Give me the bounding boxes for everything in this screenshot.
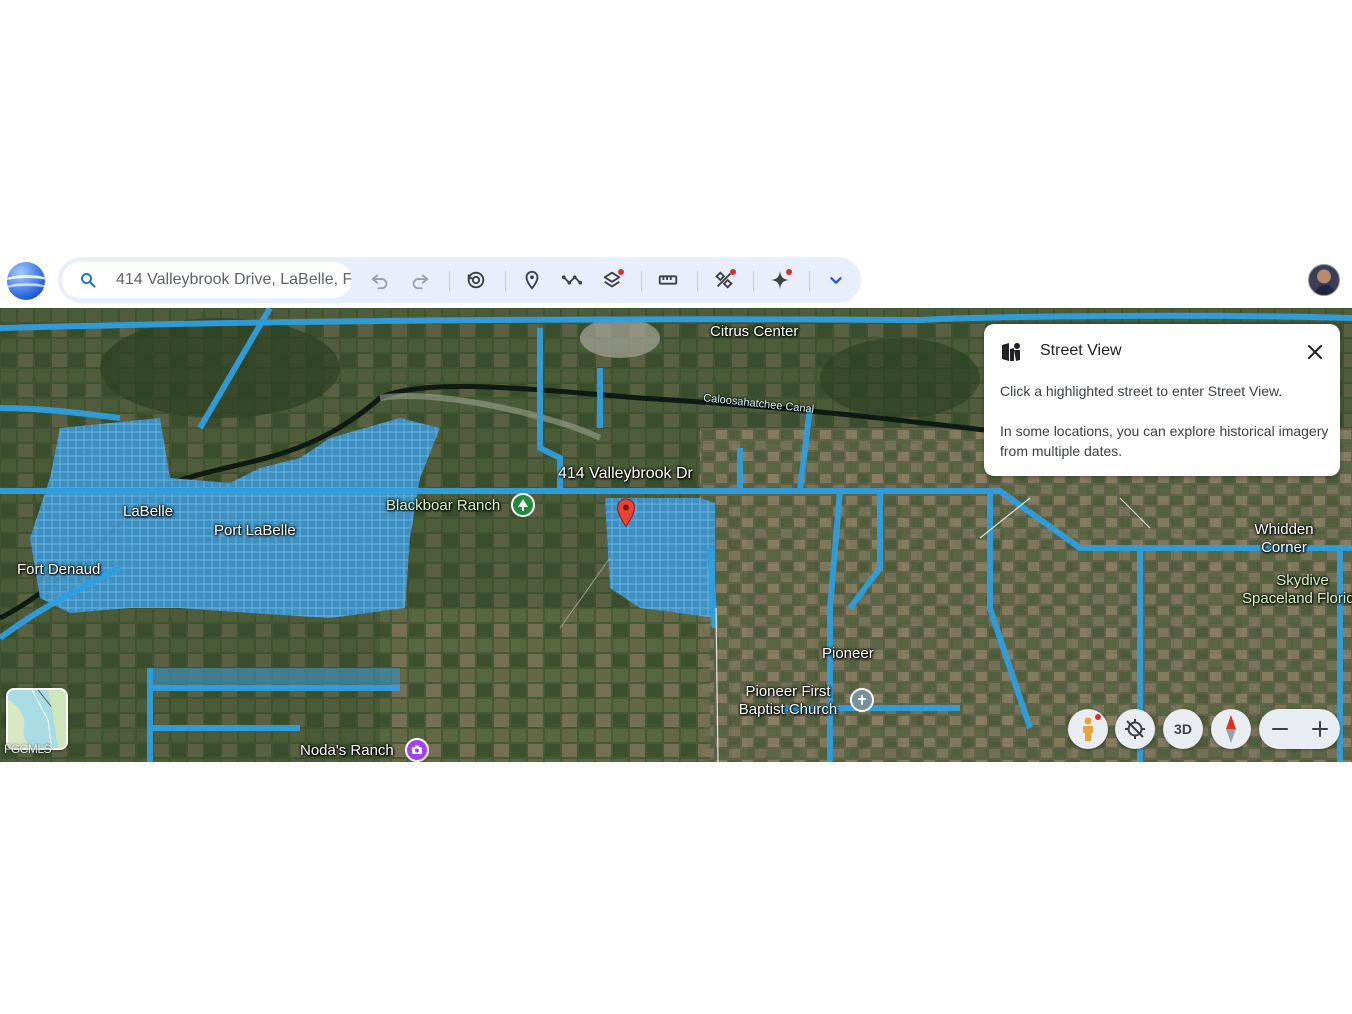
undo-button[interactable]	[366, 266, 394, 294]
toolbar: 414 Valleybrook Drive, LaBelle, FL	[58, 257, 861, 303]
add-placemark-button[interactable]	[518, 266, 546, 294]
street-view-icon	[1002, 343, 1020, 361]
avatar[interactable]	[1308, 264, 1340, 296]
cross-icon	[858, 695, 866, 705]
place-label-fort-denaud[interactable]: Fort Denaud	[17, 561, 100, 578]
zoom-controls	[1259, 709, 1340, 749]
watermark: FGCMLS	[4, 742, 52, 756]
notification-dot	[618, 269, 624, 275]
street-view-panel: Street View Click a highlighted street t…	[984, 324, 1340, 476]
map-style-button[interactable]	[598, 266, 626, 294]
place-label-blackboar-ranch[interactable]: Blackboar Ranch	[386, 497, 500, 514]
minimap-image	[8, 690, 66, 748]
notification-dot	[786, 269, 792, 275]
place-label-citrus-center[interactable]: Citrus Center	[710, 323, 798, 340]
pegman-icon	[1083, 717, 1093, 741]
zoom-in-icon[interactable]	[1309, 718, 1331, 740]
place-label-nodas-ranch[interactable]: Noda's Ranch	[300, 742, 394, 759]
place-label-church[interactable]: Pioneer First Baptist Church	[739, 683, 837, 719]
toggle-3d-button[interactable]: 3D	[1163, 709, 1203, 749]
pegman-button[interactable]	[1068, 709, 1108, 749]
history-icon	[467, 271, 485, 289]
toolbar-divider	[809, 271, 810, 291]
path-icon	[561, 275, 583, 285]
search-icon	[81, 273, 96, 288]
measure-button[interactable]	[654, 266, 682, 294]
park-poi-icon[interactable]	[511, 493, 535, 517]
historical-imagery-button[interactable]	[462, 266, 490, 294]
map-type-thumbnail[interactable]	[6, 688, 68, 750]
app-stage: 414 Valleybrook Drive, LaBelle, FL Caloo…	[0, 0, 1352, 1014]
street-view-title: Street View	[1040, 342, 1122, 359]
place-label-skydive[interactable]: Skydive Spaceland Florida	[1242, 572, 1352, 608]
redo-button[interactable]	[406, 266, 434, 294]
toolbar-divider	[641, 271, 642, 291]
toolbar-divider	[753, 271, 754, 291]
google-earth-logo[interactable]	[7, 262, 45, 300]
projects-button[interactable]	[710, 266, 738, 294]
place-label-whidden-corner[interactable]: Whidden Corner	[1254, 521, 1313, 557]
my-location-button[interactable]	[1115, 709, 1155, 749]
street-view-instructions: Click a highlighted street to enter Stre…	[1000, 383, 1283, 399]
compass-icon	[1226, 715, 1236, 743]
place-label-address[interactable]: 414 Valleybrook Dr	[558, 465, 693, 483]
notification-dot	[730, 269, 736, 275]
chevron-down-icon	[830, 277, 842, 284]
camera-icon	[412, 745, 422, 754]
close-icon[interactable]	[1306, 343, 1324, 361]
draw-path-button[interactable]	[558, 266, 586, 294]
location-pin-icon[interactable]	[616, 498, 636, 528]
toolbar-divider	[697, 271, 698, 291]
pin-icon	[525, 270, 539, 290]
more-tools-button[interactable]	[822, 266, 850, 294]
redo-icon	[412, 274, 429, 290]
tree-icon	[518, 499, 528, 511]
place-label-pioneer[interactable]: Pioneer	[822, 645, 874, 662]
toolbar-divider	[505, 271, 506, 291]
street-view-history-note: In some locations, you can explore histo…	[1000, 423, 1329, 459]
place-label-port-labelle[interactable]: Port LaBelle	[214, 522, 296, 539]
undo-icon	[371, 274, 388, 290]
church-poi-icon[interactable]	[850, 688, 874, 712]
top-bar: 414 Valleybrook Drive, LaBelle, FL	[0, 256, 1352, 304]
ai-button[interactable]	[766, 266, 794, 294]
ruler-icon	[658, 275, 678, 285]
search-box[interactable]: 414 Valleybrook Drive, LaBelle, FL	[62, 262, 352, 298]
camera-poi-icon[interactable]	[405, 738, 429, 762]
compass-button[interactable]	[1211, 709, 1251, 749]
search-input[interactable]: 414 Valleybrook Drive, LaBelle, FL	[116, 271, 352, 289]
zoom-out-icon[interactable]	[1269, 718, 1291, 740]
notification-dot	[1095, 714, 1101, 720]
toggle-3d-label: 3D	[1174, 721, 1192, 737]
toolbar-divider	[449, 271, 450, 291]
place-label-labelle[interactable]: LaBelle	[123, 503, 173, 520]
location-off-icon	[1125, 719, 1145, 739]
